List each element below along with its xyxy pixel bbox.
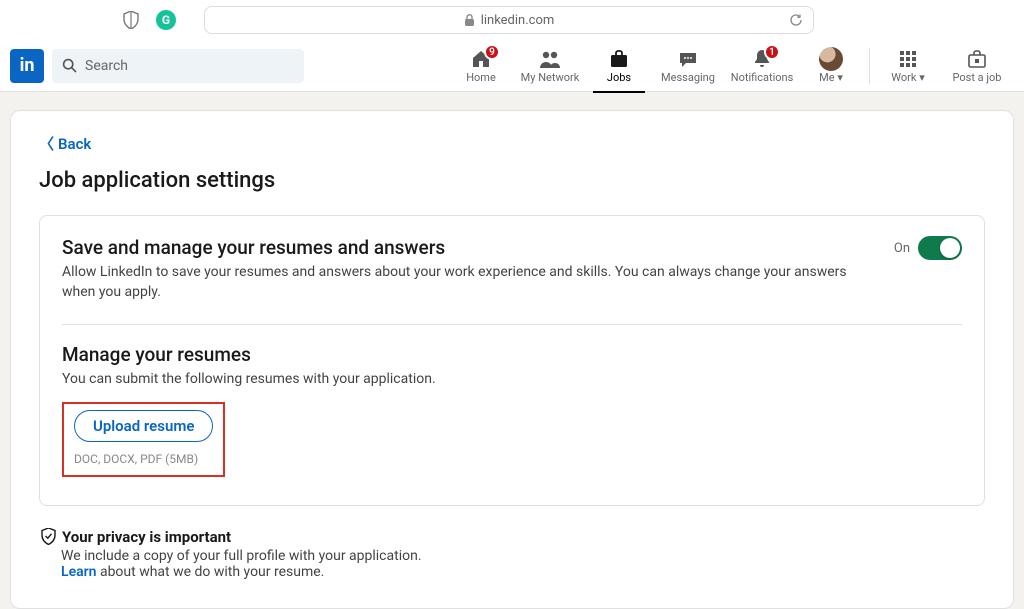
save-section-desc: Allow LinkedIn to save your resumes and … <box>62 263 874 302</box>
nav-work[interactable]: Work ▾ <box>876 40 940 92</box>
nav-post-job[interactable]: Post a job <box>940 40 1014 92</box>
lock-icon <box>464 14 475 27</box>
shield-check-icon <box>41 528 56 545</box>
nav-messaging[interactable]: Messaging <box>651 40 725 92</box>
refresh-icon[interactable] <box>789 13 803 27</box>
nav-network[interactable]: My Network <box>513 40 587 92</box>
apps-grid-icon <box>898 48 918 70</box>
learn-link[interactable]: Learn <box>61 564 96 580</box>
settings-card: 〈 Back Job application settings Save and… <box>10 110 1014 609</box>
badge-home: 9 <box>484 44 500 60</box>
search-icon <box>62 58 77 73</box>
post-job-icon <box>966 48 988 70</box>
address-bar[interactable]: linkedin.com <box>204 6 814 34</box>
grammarly-icon: G <box>156 10 176 30</box>
nav-notifications[interactable]: 1 Notifications <box>725 40 799 92</box>
browser-chrome: G linkedin.com <box>0 0 1024 40</box>
nav-home[interactable]: 9 Home <box>449 40 513 92</box>
shield-icon <box>122 11 140 29</box>
nav-jobs[interactable]: Jobs <box>587 40 651 92</box>
save-section-title: Save and manage your resumes and answers <box>62 236 874 259</box>
top-nav: in Search 9 Home My Network Jobs <box>0 40 1024 92</box>
address-bar-text: linkedin.com <box>481 13 555 28</box>
chat-icon <box>677 48 699 70</box>
search-input[interactable]: Search <box>52 49 304 83</box>
settings-panel: Save and manage your resumes and answers… <box>39 215 985 506</box>
linkedin-logo[interactable]: in <box>10 49 44 83</box>
manage-section-desc: You can submit the following resumes wit… <box>62 370 962 390</box>
privacy-note: Your privacy is important We include a c… <box>39 528 985 580</box>
back-button[interactable]: 〈 Back <box>39 133 985 154</box>
badge-notifications: 1 <box>764 44 780 60</box>
upload-highlight: Upload resume DOC, DOCX, PDF (5MB) <box>62 402 225 477</box>
briefcase-icon <box>608 48 630 70</box>
file-format-hint: DOC, DOCX, PDF (5MB) <box>74 452 198 466</box>
upload-resume-button[interactable]: Upload resume <box>74 410 213 442</box>
toggle-label: On <box>894 241 910 256</box>
home-icon: 9 <box>470 48 492 70</box>
divider <box>62 324 962 325</box>
privacy-desc-line2: about what we do with your resume. <box>96 564 324 580</box>
page-title: Job application settings <box>39 168 985 193</box>
search-placeholder: Search <box>85 58 128 74</box>
people-icon <box>538 48 562 70</box>
manage-section-title: Manage your resumes <box>62 343 962 366</box>
nav-me[interactable]: Me ▾ <box>799 40 863 92</box>
privacy-title-text: Your privacy is important <box>62 528 231 546</box>
avatar <box>819 48 843 70</box>
bell-icon: 1 <box>752 48 772 70</box>
chevron-left-icon: 〈 <box>39 133 54 154</box>
caret-down-icon: ▾ <box>837 71 843 84</box>
privacy-desc-line1: We include a copy of your full profile w… <box>61 548 422 564</box>
nav-divider <box>869 48 870 84</box>
caret-down-icon: ▾ <box>919 71 925 84</box>
save-toggle[interactable] <box>918 236 962 260</box>
